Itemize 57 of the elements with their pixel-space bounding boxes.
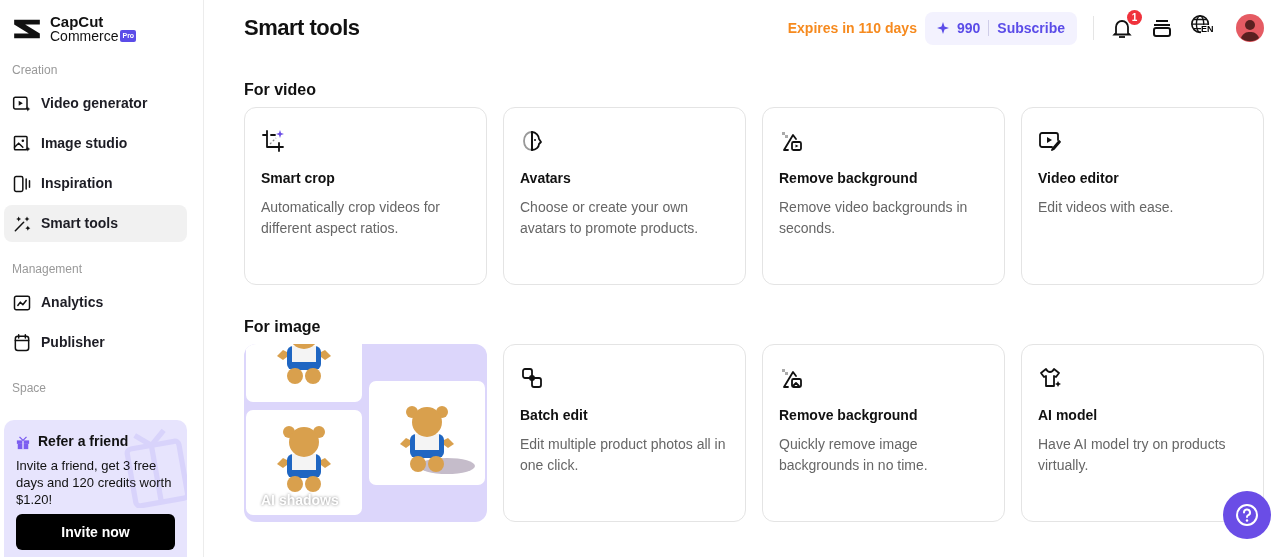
credit-count: 990 (956, 18, 981, 38)
nav-item[interactable]: Inspiration (4, 165, 187, 202)
tool-description: Edit multiple product photos all in one click. (520, 435, 727, 476)
referral-title: Refer a friend (38, 433, 129, 450)
tool-description: Automatically crop videos for different aspect ratios. (261, 197, 441, 238)
tool-card[interactable]: Remove background Remove video backgrounds in seconds. (762, 107, 1005, 286)
tool-title: Smart crop (261, 168, 336, 188)
notification-badge: 1 (1127, 9, 1142, 25)
tool-card[interactable]: Smart crop Automatically crop videos for different aspect ratios. (244, 107, 487, 286)
help-icon (1235, 503, 1259, 527)
sparkle-icon (936, 22, 949, 34)
tool-title: Remove background (779, 168, 919, 188)
cards-icon (12, 173, 32, 194)
section-label: Management (11, 261, 84, 278)
tool-card[interactable]: Avatars Choose or create your own avatars to promote products. (503, 107, 746, 286)
invite-button[interactable]: Invite now (16, 514, 175, 551)
tool-description: Edit videos with ease. (1038, 197, 1175, 217)
face-profile-icon (520, 128, 544, 153)
page-title: Smart tools (244, 14, 360, 42)
nav-item[interactable]: Smart tools (4, 205, 187, 242)
section-label: Space (11, 380, 48, 397)
overlapping-squares-icon (520, 366, 544, 391)
tool-title: Batch edit (520, 406, 589, 426)
nav-item[interactable]: Image studio (4, 125, 187, 162)
crop-icon (261, 128, 285, 153)
picture-caption: AI shadows (261, 491, 339, 511)
globe-icon (1190, 14, 1212, 36)
tool-title: Avatars (520, 168, 572, 188)
logo-icon (12, 17, 42, 40)
nav-item[interactable]: Publisher (4, 324, 187, 361)
section-label: Creation (11, 62, 59, 79)
tool-description: Remove video backgrounds in seconds. (779, 197, 969, 238)
nav-item[interactable]: Analytics (4, 284, 187, 321)
expiry-text: Expires in 110 days (787, 18, 917, 38)
avatar-icon[interactable] (1236, 14, 1264, 42)
gift-icon (16, 436, 30, 451)
referral-text: Invite a friend, get 3 free days and 120 credits worth $1.20! (16, 457, 173, 509)
remove-background-icon (779, 366, 803, 391)
subscribe-link[interactable]: Subscribe (997, 17, 1065, 39)
tool-title: AI model (1038, 406, 1099, 426)
tool-card[interactable]: Video editor Edit videos with ease. (1021, 107, 1264, 286)
tool-description: Choose or create your own avatars to promote products. (520, 197, 700, 238)
tool-card[interactable]: Batch edit Edit multiple product photos all in one click. (503, 344, 746, 523)
nav-item[interactable]: Video generator (4, 85, 187, 122)
language-button[interactable]: EN (1190, 14, 1220, 42)
brand-subtitle: Commerce (50, 29, 119, 43)
tool-title: Video editor (1038, 168, 1120, 188)
section-title: For video (244, 80, 317, 100)
tool-card[interactable]: AI model Have AI model try on products virtually. (1021, 344, 1264, 523)
tool-description: Have AI model try on products virtually. (1038, 435, 1227, 476)
tool-title: Remove background (779, 406, 919, 426)
tool-card[interactable]: Remove background Quickly remove image backgrounds in no time. (762, 344, 1005, 523)
calendar-icon (12, 332, 32, 353)
help-button[interactable] (1223, 491, 1271, 539)
section-title: For image (244, 317, 322, 337)
image-icon (12, 133, 32, 154)
tool-description: Quickly remove image backgrounds in no time. (779, 435, 929, 476)
